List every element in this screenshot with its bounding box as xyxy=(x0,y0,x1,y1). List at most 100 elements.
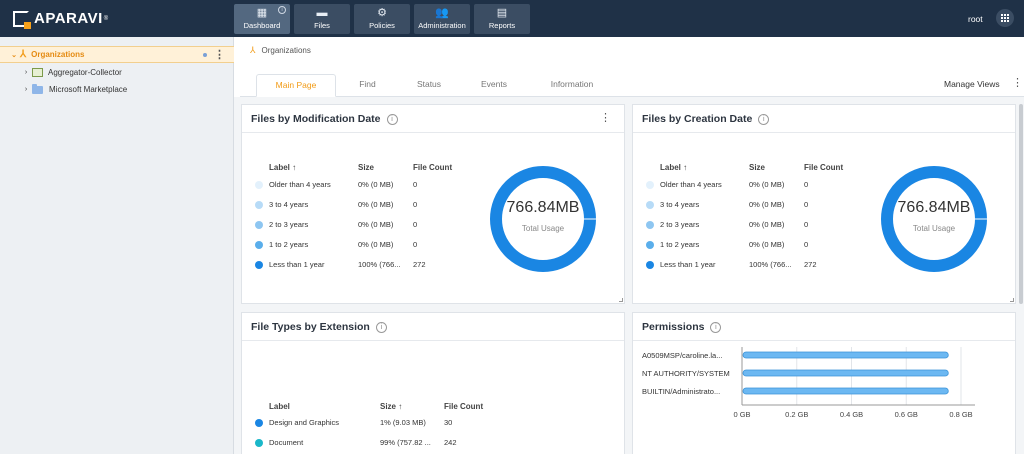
resize-handle[interactable] xyxy=(1010,298,1014,302)
nav-policies-button[interactable]: ⚙ Policies xyxy=(354,4,410,34)
permission-bar xyxy=(742,387,949,395)
manage-views-button[interactable]: Manage Views xyxy=(944,79,1000,89)
total-usage-donut-chart xyxy=(490,166,596,272)
legend-dot xyxy=(646,261,654,269)
legend-dot xyxy=(255,201,263,209)
tree-item-label: Organizations xyxy=(31,50,85,59)
top-bar: APARAVI ® ▦ Dashboard i ▬ Files ⚙ Policie… xyxy=(0,0,1024,37)
cell-size: 0% (0 MB) xyxy=(749,200,785,209)
more-vertical-icon[interactable]: ⋮ xyxy=(1012,78,1023,89)
column-header-size[interactable]: Size xyxy=(358,163,374,172)
tab-find[interactable]: Find xyxy=(350,74,385,97)
nav-files-button[interactable]: ▬ Files xyxy=(294,4,350,34)
breadcrumb: ⅄ Organizations xyxy=(250,45,311,56)
scrollbar[interactable] xyxy=(1019,104,1023,304)
info-icon[interactable]: i xyxy=(278,6,286,14)
info-icon[interactable]: i xyxy=(758,113,770,125)
cell-size: 0% (0 MB) xyxy=(749,240,785,249)
cell-count: 242 xyxy=(444,438,457,447)
divider xyxy=(242,340,624,341)
breadcrumb-item[interactable]: Organizations xyxy=(262,46,311,55)
tree-item-aggregator-collector[interactable]: › Aggregator-Collector xyxy=(0,64,234,81)
card-file-types-by-extension: File Types by Extension i Label Size ↑ F… xyxy=(241,312,625,454)
cell-size: 100% (766... xyxy=(358,260,401,269)
column-header-file-count[interactable]: File Count xyxy=(413,163,452,172)
card-title-text: File Types by Extension xyxy=(251,321,370,333)
cell-size: 0% (0 MB) xyxy=(358,180,394,189)
cell-label: 1 to 2 years xyxy=(660,240,700,249)
legend-dot xyxy=(646,201,654,209)
cell-size: 99% (757.82 ... xyxy=(380,438,431,447)
chevron-down-icon[interactable]: ⌄ xyxy=(10,51,18,59)
nav-dashboard-button[interactable]: ▦ Dashboard i xyxy=(234,4,290,34)
nav-reports-button[interactable]: ▤ Reports xyxy=(474,4,530,34)
legend-dot xyxy=(255,221,263,229)
cell-size: 0% (0 MB) xyxy=(749,180,785,189)
aparavi-logo[interactable]: APARAVI ® xyxy=(13,10,109,29)
info-icon[interactable]: i xyxy=(375,321,387,333)
apps-grid-icon[interactable] xyxy=(996,9,1014,27)
nav-administration-button[interactable]: 👥 Administration xyxy=(414,4,470,34)
report-icon: ▤ xyxy=(496,7,508,19)
tree-item-label: Aggregator-Collector xyxy=(48,68,122,77)
status-dot-icon xyxy=(203,53,207,57)
info-icon[interactable]: i xyxy=(710,321,722,333)
cell-count: 0 xyxy=(413,220,418,229)
cell-count: 0 xyxy=(413,180,418,189)
tab-events[interactable]: Events xyxy=(474,74,514,97)
cell-label: Less than 1 year xyxy=(660,260,716,269)
cell-label: Older than 4 years xyxy=(269,180,331,189)
column-header-label[interactable]: Label ↑ xyxy=(660,163,687,172)
tab-status[interactable]: Status xyxy=(410,74,448,97)
column-header-file-count[interactable]: File Count xyxy=(444,402,483,411)
cell-label: Older than 4 years xyxy=(660,180,722,189)
total-usage-donut-chart xyxy=(881,166,987,272)
cell-size: 1% (9.03 MB) xyxy=(380,418,426,427)
cell-label: Design and Graphics xyxy=(269,418,340,427)
x-tick-label: 0.8 GB xyxy=(949,410,972,419)
cell-count: 0 xyxy=(804,240,809,249)
sidebar-tree: ⌄ ⅄ Organizations ⋮ › Aggregator-Collect… xyxy=(0,37,234,454)
card-files-by-modification-date: Files by Modification Date i ⋮ Label ↑ S… xyxy=(241,104,625,304)
chevron-right-icon[interactable]: › xyxy=(22,86,30,93)
column-header-label[interactable]: Label ↑ xyxy=(269,163,296,172)
resize-handle[interactable] xyxy=(619,298,623,302)
cell-count: 30 xyxy=(444,418,453,427)
logo-mark-icon xyxy=(13,10,31,29)
more-vertical-icon[interactable]: ⋮ xyxy=(214,50,225,61)
column-header-label[interactable]: Label xyxy=(269,402,290,411)
cell-count: 272 xyxy=(804,260,817,269)
info-icon[interactable]: i xyxy=(386,113,398,125)
folder-icon: ▬ xyxy=(316,7,328,19)
nav-administration-label: Administration xyxy=(418,21,466,30)
more-vertical-icon[interactable]: ⋮ xyxy=(600,113,611,124)
column-header-size[interactable]: Size xyxy=(749,163,765,172)
total-usage-value: 766.84MB xyxy=(897,199,971,216)
card-title-text: Files by Modification Date xyxy=(251,113,381,125)
cell-label: 2 to 3 years xyxy=(660,220,700,229)
card-permissions: Permissions i A0509MSP/caroline.la... NT … xyxy=(632,312,1016,454)
legend-dot xyxy=(646,221,654,229)
cell-label: 3 to 4 years xyxy=(660,200,700,209)
cell-count: 0 xyxy=(804,200,809,209)
cell-count: 0 xyxy=(413,240,418,249)
column-header-file-count[interactable]: File Count xyxy=(804,163,843,172)
legend-dot xyxy=(255,261,263,269)
user-name[interactable]: root xyxy=(968,14,983,24)
tab-information[interactable]: Information xyxy=(544,74,600,97)
chevron-right-icon[interactable]: › xyxy=(22,69,30,76)
cell-label: Document xyxy=(269,438,304,447)
logo-text: APARAVI xyxy=(34,10,103,27)
total-usage-label: Total Usage xyxy=(912,224,956,233)
organization-icon: ⅄ xyxy=(250,45,256,55)
permission-bar xyxy=(742,369,949,377)
card-title: Permissions i xyxy=(642,321,722,333)
x-tick-label: 0.6 GB xyxy=(895,410,918,419)
tree-item-microsoft-marketplace[interactable]: › Microsoft Marketplace xyxy=(0,81,234,98)
cell-count: 0 xyxy=(804,220,809,229)
donut-segment-less-than-1-year xyxy=(490,166,596,272)
folder-icon xyxy=(32,83,43,94)
tree-item-organizations[interactable]: ⌄ ⅄ Organizations ⋮ xyxy=(0,46,234,63)
column-header-size[interactable]: Size ↑ xyxy=(380,402,402,411)
tab-main-page[interactable]: Main Page xyxy=(256,74,336,97)
